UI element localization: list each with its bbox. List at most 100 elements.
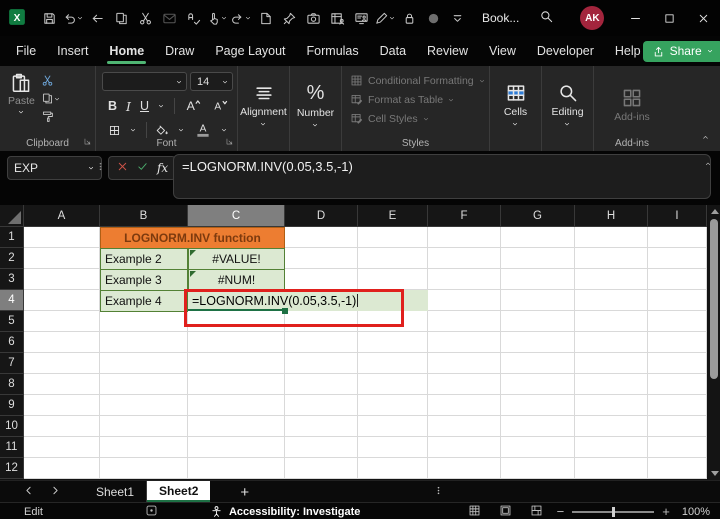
cell-B4[interactable]: Example 4 (100, 290, 188, 312)
search-button[interactable] (539, 9, 554, 27)
presenter-button[interactable] (350, 5, 372, 31)
minimize-button[interactable] (618, 0, 652, 36)
table-properties-button[interactable] (326, 5, 348, 31)
cell-styles-button[interactable]: Cell Styles (350, 112, 489, 125)
zoom-out-button[interactable]: − (557, 504, 565, 519)
share-button[interactable]: Share (642, 40, 720, 62)
lock-button[interactable] (398, 5, 420, 31)
spellcheck-button[interactable] (182, 5, 204, 31)
column-header-H[interactable]: H (575, 205, 648, 227)
column-header-F[interactable]: F (428, 205, 501, 227)
vertical-scroll-thumb[interactable] (710, 219, 718, 379)
column-header-A[interactable]: A (24, 205, 100, 227)
formula-bar-drag-handle[interactable] (94, 160, 107, 176)
font-color-button[interactable]: A (194, 121, 212, 139)
format-as-table-button[interactable]: Format as Table (350, 93, 489, 106)
menu-file[interactable]: File (14, 40, 38, 62)
conditional-formatting-button[interactable]: Conditional Formatting (350, 74, 489, 87)
cancel-entry-button[interactable] (116, 160, 129, 176)
row-header-8[interactable]: 8 (0, 374, 24, 395)
add-sheet-button[interactable]: + (240, 484, 249, 501)
row-header-5[interactable]: 5 (0, 311, 24, 332)
row-header-3[interactable]: 3 (0, 269, 24, 290)
row-header-12[interactable]: 12 (0, 458, 24, 479)
column-header-C[interactable]: C (188, 205, 285, 227)
font-name-select[interactable] (102, 72, 188, 91)
menu-insert[interactable]: Insert (55, 40, 90, 62)
column-header-I[interactable]: I (648, 205, 707, 227)
clipboard-dialog-launcher[interactable] (83, 135, 92, 149)
sheet-tab-sheet2[interactable]: Sheet2 (147, 481, 211, 503)
menu-home[interactable]: Home (107, 40, 146, 64)
name-box[interactable]: EXP (7, 156, 102, 180)
cell-B3[interactable]: Example 3 (100, 269, 188, 291)
menu-help[interactable]: Help (613, 40, 643, 62)
shrink-font-button[interactable]: A (211, 97, 229, 115)
sheet-options-button[interactable] (432, 484, 445, 500)
page-break-view-button[interactable] (530, 504, 543, 519)
underline-button[interactable]: U (140, 99, 149, 113)
row-header-7[interactable]: 7 (0, 353, 24, 374)
copy-button[interactable] (110, 5, 132, 31)
record-button[interactable] (422, 5, 444, 31)
font-dialog-launcher[interactable] (225, 135, 234, 149)
previous-sheet-button[interactable] (22, 484, 35, 500)
addins-button[interactable]: Add-ins (594, 66, 670, 140)
avatar[interactable]: AK (580, 6, 605, 30)
next-sheet-button[interactable] (49, 484, 62, 500)
bold-button[interactable]: B (108, 99, 117, 113)
toolbar-overflow-button[interactable] (446, 5, 468, 31)
menu-formulas[interactable]: Formulas (305, 40, 361, 62)
cell-B2[interactable]: Example 2 (100, 248, 188, 270)
menu-developer[interactable]: Developer (535, 40, 596, 62)
collapse-ribbon-button[interactable] (701, 131, 710, 145)
cells-button[interactable]: Cells (490, 66, 541, 140)
select-all-corner[interactable] (0, 205, 24, 227)
grow-font-button[interactable]: A (184, 97, 202, 115)
macro-record-button[interactable] (145, 504, 158, 519)
row-header-11[interactable]: 11 (0, 437, 24, 458)
scroll-down-arrow[interactable] (711, 471, 719, 476)
menu-view[interactable]: View (487, 40, 518, 62)
format-painter-button[interactable] (41, 110, 61, 123)
column-header-G[interactable]: G (501, 205, 575, 227)
menu-draw[interactable]: Draw (163, 40, 196, 62)
touch-button[interactable] (206, 5, 228, 31)
save-button[interactable] (38, 5, 60, 31)
undo-button[interactable] (62, 5, 84, 31)
vertical-scrollbar[interactable] (708, 205, 720, 480)
pin-button[interactable] (278, 5, 300, 31)
confirm-entry-button[interactable] (136, 160, 149, 176)
column-header-D[interactable]: D (285, 205, 358, 227)
italic-button[interactable]: I (126, 99, 131, 114)
column-header-E[interactable]: E (358, 205, 428, 227)
redo-button[interactable] (230, 5, 252, 31)
fill-color-button[interactable] (156, 124, 169, 137)
cell-C3[interactable]: #NUM! (188, 269, 285, 291)
column-header-B[interactable]: B (100, 205, 188, 227)
paste-button[interactable]: Paste (8, 72, 35, 123)
row-header-6[interactable]: 6 (0, 332, 24, 353)
alignment-button[interactable]: Alignment (238, 66, 289, 140)
close-button[interactable] (686, 0, 720, 36)
scroll-up-arrow[interactable] (711, 209, 719, 214)
draw-pen-button[interactable] (374, 5, 396, 31)
borders-button[interactable] (108, 124, 121, 137)
zoom-slider-thumb[interactable] (612, 506, 616, 517)
camera-button[interactable] (302, 5, 324, 31)
insert-function-button[interactable]: fx (157, 161, 168, 175)
menu-page-layout[interactable]: Page Layout (213, 40, 287, 62)
row-header-2[interactable]: 2 (0, 248, 24, 269)
page-layout-view-button[interactable] (499, 504, 512, 519)
zoom-slider[interactable] (572, 506, 655, 518)
normal-view-button[interactable] (468, 504, 481, 519)
back-button[interactable] (86, 5, 108, 31)
row-header-10[interactable]: 10 (0, 416, 24, 437)
cell-C2[interactable]: #VALUE! (188, 248, 285, 270)
maximize-button[interactable] (652, 0, 686, 36)
cut-button[interactable] (41, 74, 61, 87)
zoom-in-button[interactable]: + (662, 504, 670, 519)
number-button[interactable]: % Number (290, 66, 341, 140)
row-header-9[interactable]: 9 (0, 395, 24, 416)
menu-data[interactable]: Data (378, 40, 408, 62)
